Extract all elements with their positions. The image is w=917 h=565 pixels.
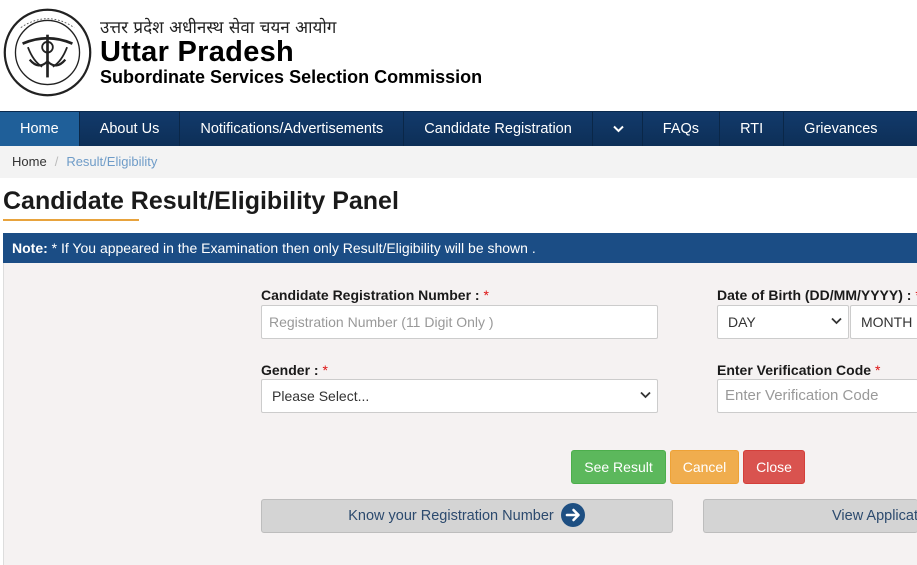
- required-mark: *: [483, 287, 489, 303]
- dob-day-select[interactable]: DAY: [717, 305, 849, 339]
- close-button[interactable]: Close: [743, 450, 805, 484]
- dob-day-value: DAY: [728, 314, 756, 330]
- nav-notifications[interactable]: Notifications/Advertisements: [180, 112, 405, 147]
- arrow-right-circle-icon: [560, 502, 585, 527]
- registration-number-input[interactable]: Registration Number (11 Digit Only ): [261, 305, 658, 339]
- verification-label: Enter Verification Code *: [717, 362, 880, 378]
- required-mark: *: [322, 362, 328, 378]
- page-title: Candidate Result/Eligibility Panel: [3, 187, 399, 215]
- nav-grievances[interactable]: Grievances: [784, 112, 897, 147]
- dob-label: Date of Birth (DD/MM/YYYY) : *: [717, 287, 917, 303]
- title-underline: [3, 219, 139, 221]
- site-title: Uttar Pradesh: [100, 36, 295, 68]
- gender-label: Gender : *: [261, 362, 328, 378]
- gender-select[interactable]: Please Select...: [261, 379, 658, 413]
- nav-candidate-registration[interactable]: Candidate Registration: [404, 112, 593, 147]
- nav-about-us[interactable]: About Us: [80, 112, 181, 147]
- main-navbar: Home About Us Notifications/Advertisemen…: [0, 111, 917, 147]
- chevron-down-icon: [640, 391, 651, 399]
- note-text: * If You appeared in the Examination the…: [47, 240, 536, 256]
- gender-label-text: Gender :: [261, 362, 323, 378]
- required-mark: *: [874, 362, 881, 378]
- breadcrumb-current: Result/Eligibility: [66, 154, 158, 169]
- note-label: Note:: [12, 240, 48, 256]
- verification-code-input[interactable]: Enter Verification Code: [717, 379, 917, 413]
- registration-label-text: Candidate Registration Number :: [261, 287, 484, 303]
- nav-rti[interactable]: RTI: [720, 112, 785, 147]
- chevron-down-icon: [831, 317, 842, 325]
- gender-value: Please Select...: [272, 388, 370, 404]
- dob-month-select[interactable]: MONTH: [850, 305, 917, 339]
- breadcrumb-separator: /: [54, 154, 59, 169]
- note-bar: Note: * If You appeared in the Examinati…: [3, 233, 917, 263]
- verification-label-text: Enter Verification Code: [717, 362, 875, 378]
- hindi-title: उत्तर प्रदेश अधीनस्थ सेवा चयन आयोग: [100, 18, 337, 38]
- registration-label: Candidate Registration Number : *: [261, 287, 489, 303]
- breadcrumb: Home / Result/Eligibility: [0, 146, 917, 178]
- site-subtitle: Subordinate Services Selection Commissio…: [100, 67, 483, 87]
- nav-dropdown-toggle[interactable]: [593, 112, 643, 147]
- nav-home[interactable]: Home: [0, 112, 80, 147]
- nav-faqs[interactable]: FAQs: [643, 112, 721, 147]
- cancel-button[interactable]: Cancel: [670, 450, 739, 484]
- form-panel: Candidate Registration Number : * Regist…: [3, 263, 917, 565]
- dob-label-text: Date of Birth (DD/MM/YYYY) :: [717, 287, 916, 303]
- view-application-button[interactable]: View Applicati: [703, 499, 917, 533]
- site-header: उत्तर प्रदेश अधीनस्थ सेवा चयन आयोग Uttar…: [0, 0, 917, 111]
- know-registration-label: Know your Registration Number: [348, 508, 554, 524]
- know-registration-number-button[interactable]: Know your Registration Number: [261, 499, 673, 533]
- upsssc-emblem-icon: [3, 8, 92, 97]
- breadcrumb-home[interactable]: Home: [12, 154, 47, 169]
- chevron-down-icon: [613, 125, 624, 133]
- see-result-button[interactable]: See Result: [571, 450, 666, 484]
